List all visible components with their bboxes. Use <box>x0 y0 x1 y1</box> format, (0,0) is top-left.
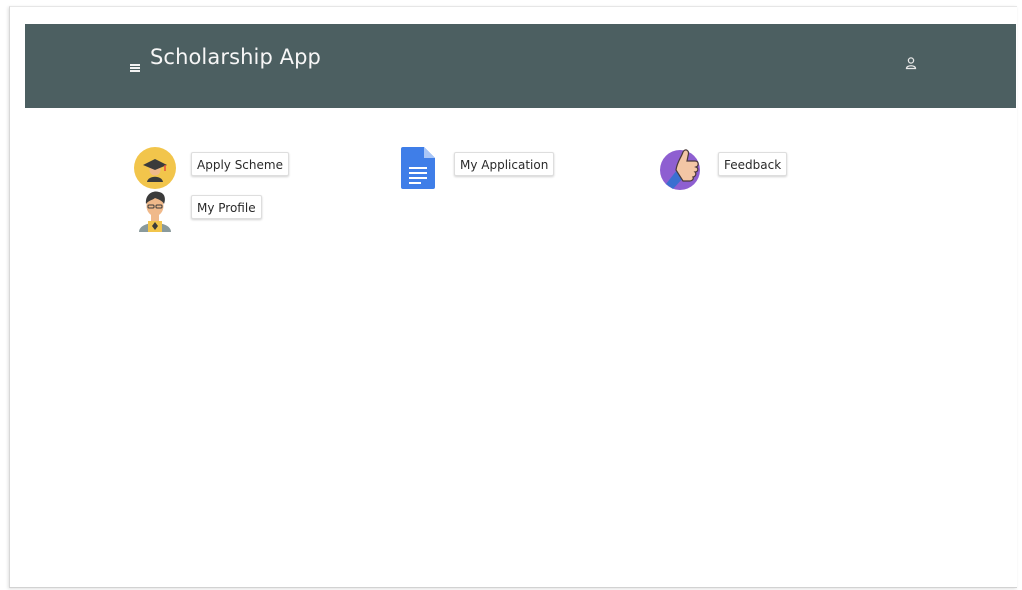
feedback-button[interactable]: Feedback <box>718 152 788 176</box>
user-icon[interactable] <box>904 56 918 70</box>
thumbs-up-icon[interactable] <box>657 144 705 192</box>
student-avatar-icon[interactable] <box>135 188 175 232</box>
my-profile-button[interactable]: My Profile <box>191 195 262 219</box>
app-title: Scholarship App <box>150 45 321 69</box>
hamburger-menu-icon[interactable] <box>130 64 140 72</box>
apply-scheme-button[interactable]: Apply Scheme <box>191 152 289 176</box>
graduate-icon[interactable] <box>133 146 177 190</box>
document-icon[interactable] <box>400 146 436 190</box>
my-application-button[interactable]: My Application <box>454 152 555 176</box>
